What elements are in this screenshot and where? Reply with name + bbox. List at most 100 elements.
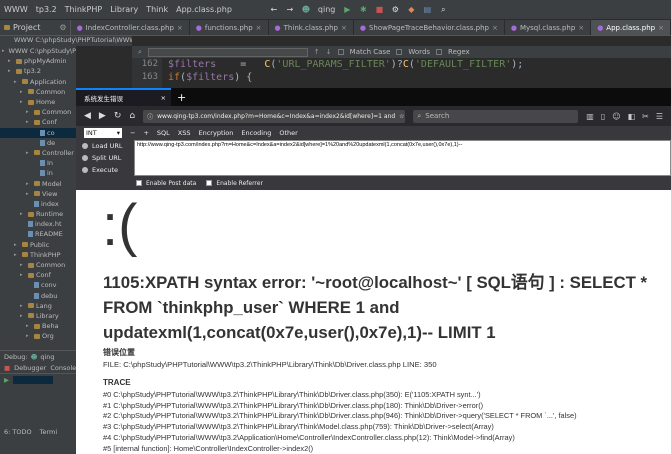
close-icon[interactable]: ×: [492, 24, 498, 32]
home-icon[interactable]: ⌂: [129, 111, 135, 121]
tree-item[interactable]: conv: [0, 280, 76, 290]
tree-item[interactable]: ▸ ThinkPHP: [0, 250, 76, 260]
bookmark-star-icon[interactable]: ☆: [399, 113, 405, 120]
breadcrumb-item[interactable]: App.class.php: [174, 5, 234, 14]
run-icon[interactable]: ▶: [341, 4, 353, 16]
stop-icon[interactable]: ■: [4, 364, 10, 372]
tree-item[interactable]: README: [0, 229, 76, 239]
project-tool-button[interactable]: Project ⚙: [2, 20, 71, 35]
back-icon[interactable]: ◀: [84, 111, 91, 121]
sidebar-icon[interactable]: ▯: [601, 112, 605, 121]
next-occurrence-icon[interactable]: ↓: [326, 48, 332, 56]
tree-item[interactable]: in: [0, 168, 76, 178]
tree-item[interactable]: index: [0, 199, 76, 209]
new-tab-button[interactable]: +: [171, 88, 186, 106]
tree-item[interactable]: ▸ Home: [0, 97, 76, 107]
tree-item[interactable]: index.ht: [0, 219, 76, 229]
browser-tab[interactable]: 系统发生错误 ×: [76, 88, 171, 106]
tree-item[interactable]: co: [0, 127, 76, 138]
extension-icon[interactable]: ◧: [628, 112, 636, 121]
execute-button[interactable]: Execute: [76, 164, 134, 176]
menu-icon[interactable]: ☰: [656, 112, 663, 121]
hackbar-url-input[interactable]: http://www.qing-tp3.com/index.php?m=Home…: [134, 140, 671, 176]
tab-think[interactable]: ● Think.class.php ×: [269, 20, 354, 35]
resume-icon[interactable]: ▶: [4, 376, 9, 384]
minus-icon[interactable]: −: [130, 129, 135, 137]
reload-icon[interactable]: ↻: [114, 111, 122, 121]
url-bar[interactable]: ⓘ www.qing-tp3.com/index.php?m=Home&c=In…: [143, 109, 406, 123]
run-config-select[interactable]: qing: [316, 5, 337, 14]
split-url-button[interactable]: Split URL: [76, 152, 134, 164]
close-icon[interactable]: ×: [256, 24, 262, 32]
tab-app[interactable]: ● App.class.php ×: [591, 20, 671, 35]
stop-icon[interactable]: ■: [373, 4, 385, 16]
tree-item[interactable]: ▸ Library: [0, 311, 76, 321]
menu-xss[interactable]: XSS: [178, 129, 191, 137]
expand-icon[interactable]: ▸: [14, 79, 20, 85]
forward-icon[interactable]: ▶: [99, 111, 106, 121]
menu-encryption[interactable]: Encryption: [199, 129, 234, 137]
close-icon[interactable]: ×: [341, 24, 347, 32]
code-editor[interactable]: $filters = C('URL_PARAMS_FILTER')?C('DEF…: [162, 58, 671, 88]
code-line[interactable]: if($filters) {: [168, 71, 671, 84]
words-checkbox[interactable]: [396, 49, 403, 55]
expand-icon[interactable]: ▸: [26, 150, 32, 156]
account-icon[interactable]: ☺: [612, 112, 620, 121]
forward-icon[interactable]: →: [284, 4, 296, 16]
tree-item[interactable]: ▸ Beha: [0, 321, 76, 331]
tab-console[interactable]: Console: [50, 364, 76, 372]
regex-checkbox[interactable]: [436, 49, 443, 55]
debug-icon[interactable]: ✱: [357, 4, 369, 16]
tree-item[interactable]: de: [0, 138, 76, 148]
expand-icon[interactable]: ▸: [26, 181, 32, 187]
tree-item[interactable]: ▸ Common: [0, 87, 76, 97]
expand-icon[interactable]: ▸: [20, 272, 26, 278]
expand-icon[interactable]: ▸: [14, 252, 20, 258]
tree-item[interactable]: ▸ Controller: [0, 148, 76, 158]
search-box[interactable]: ⌕ Search: [413, 109, 579, 123]
tab-indexcontroller[interactable]: ● IndexController.class.php ×: [71, 20, 190, 35]
tab-showpagetrace[interactable]: ● ShowPageTraceBehavior.class.php ×: [354, 20, 505, 35]
debug-target[interactable]: qing: [40, 353, 54, 361]
tree-item[interactable]: ▸ Runtime: [0, 209, 76, 219]
tab-debugger[interactable]: Debugger: [14, 364, 46, 372]
breadcrumb-item[interactable]: ThinkPHP: [63, 5, 105, 14]
frame-item[interactable]: [13, 376, 53, 384]
load-url-button[interactable]: Load URL: [76, 140, 134, 152]
enable-post-checkbox[interactable]: [136, 180, 142, 186]
breadcrumb-item[interactable]: WWW: [2, 5, 30, 14]
expand-icon[interactable]: ▸: [20, 211, 26, 217]
tree-item[interactable]: ▸WWW C:\phpStudy\PHPTutorial\WWW: [0, 46, 76, 56]
tree-item[interactable]: In: [0, 158, 76, 168]
tab-mysql[interactable]: ● Mysql.class.php ×: [505, 20, 592, 35]
tree-item[interactable]: ▸ Conf: [0, 270, 76, 280]
expand-icon[interactable]: ▸: [26, 109, 32, 115]
close-icon[interactable]: ×: [658, 24, 664, 32]
database-icon[interactable]: ▤: [421, 4, 433, 16]
tree-item[interactable]: ▸ Conf: [0, 117, 76, 127]
tree-item[interactable]: ▸ View: [0, 189, 76, 199]
search-everywhere-icon[interactable]: ⌕: [437, 4, 449, 16]
expand-icon[interactable]: ▸: [14, 242, 20, 248]
expand-icon[interactable]: ▸: [26, 323, 32, 329]
tree-item[interactable]: ▸ Lang: [0, 301, 76, 311]
back-icon[interactable]: ←: [268, 4, 280, 16]
menu-encoding[interactable]: Encoding: [241, 129, 271, 137]
expand-icon[interactable]: ▸: [26, 119, 32, 125]
tree-item[interactable]: ▸ Common: [0, 260, 76, 270]
expand-icon[interactable]: ▸: [2, 48, 5, 54]
find-input[interactable]: [147, 47, 308, 57]
tree-item[interactable]: debu: [0, 291, 76, 301]
todo-tool-button[interactable]: 6: TODO: [4, 428, 32, 436]
tree-item[interactable]: ▸ Application: [0, 77, 76, 87]
expand-icon[interactable]: ▸: [26, 191, 32, 197]
expand-icon[interactable]: ▸: [8, 68, 14, 74]
code-line[interactable]: $filters = C('URL_PARAMS_FILTER')?C('DEF…: [168, 58, 671, 71]
library-icon[interactable]: ▥: [586, 112, 594, 121]
terminal-tool-button[interactable]: Termi: [40, 428, 58, 436]
breadcrumb-item[interactable]: tp3.2: [34, 5, 59, 14]
enable-referrer-checkbox[interactable]: [206, 180, 213, 186]
close-icon[interactable]: ×: [578, 24, 584, 32]
type-select[interactable]: INT ▾: [84, 128, 122, 138]
tree-item[interactable]: ▸ Public: [0, 240, 76, 250]
